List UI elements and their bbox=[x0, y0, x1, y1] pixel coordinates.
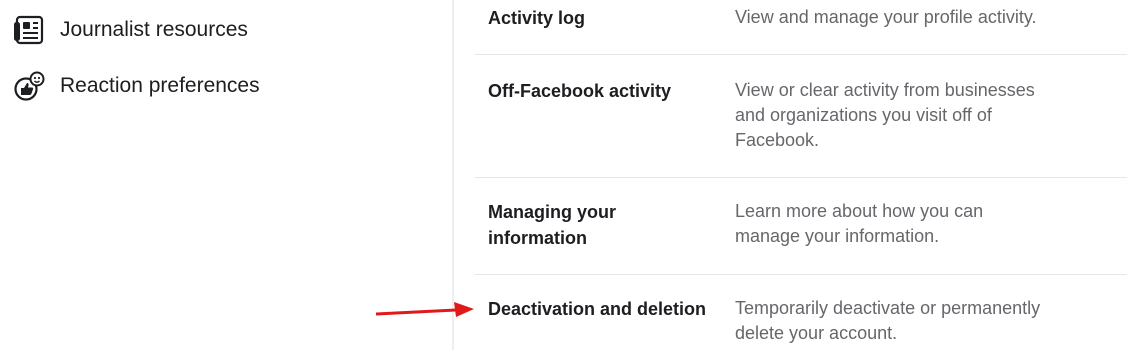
sidebar-divider bbox=[452, 0, 454, 350]
row-title: Activity log bbox=[488, 8, 586, 28]
sidebar: Journalist resources Reaction preference… bbox=[0, 0, 452, 350]
sidebar-item-journalist-resources[interactable]: Journalist resources bbox=[12, 10, 248, 50]
row-activity-log[interactable]: Activity log View and manage your profil… bbox=[475, 0, 1127, 54]
reaction-icon bbox=[12, 69, 46, 103]
newspaper-icon bbox=[12, 13, 46, 47]
sidebar-item-label: Reaction preferences bbox=[60, 74, 260, 97]
row-title: Deactivation and deletion bbox=[488, 299, 707, 319]
row-title: Managing your information bbox=[488, 202, 617, 248]
row-description: View or clear activity from businesses a… bbox=[735, 80, 1035, 150]
row-managing-your-information[interactable]: Managing your information Learn more abo… bbox=[475, 178, 1127, 274]
row-description: Temporarily deactivate or permanently de… bbox=[735, 298, 1041, 343]
settings-page: Journalist resources Reaction preference… bbox=[0, 0, 1127, 350]
row-title: Off-Facebook activity bbox=[488, 81, 672, 101]
row-deactivation-and-deletion[interactable]: Deactivation and deletion Temporarily de… bbox=[475, 275, 1127, 350]
red-arrow-icon bbox=[376, 302, 474, 317]
row-description: View and manage your profile activity. bbox=[735, 7, 1037, 27]
information-settings-list: Activity log View and manage your profil… bbox=[475, 0, 1127, 350]
arrow-head bbox=[454, 302, 474, 317]
row-description: Learn more about how you can manage your… bbox=[735, 201, 984, 246]
arrow-shaft bbox=[376, 308, 457, 316]
sidebar-item-reaction-preferences[interactable]: Reaction preferences bbox=[12, 66, 260, 106]
row-off-facebook-activity[interactable]: Off-Facebook activity View or clear acti… bbox=[475, 55, 1127, 177]
sidebar-item-label: Journalist resources bbox=[60, 18, 248, 41]
